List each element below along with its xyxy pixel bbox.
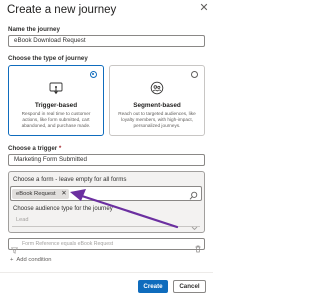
add-condition-button[interactable]: + Add condition bbox=[10, 257, 52, 263]
segment-based-radio[interactable] bbox=[191, 71, 198, 78]
segment-based-description: Reach out to targeted audiences, like lo… bbox=[118, 111, 196, 128]
dismiss-icon[interactable]: ✕ bbox=[60, 189, 68, 199]
journey-type-label: Choose the type of journey bbox=[8, 55, 88, 62]
name-label: Name the journey bbox=[8, 26, 60, 33]
trigger-label-text: Choose a trigger bbox=[8, 145, 58, 152]
dialog-title: Create a new journey bbox=[7, 4, 117, 16]
add-condition-label: Add condition bbox=[16, 257, 52, 263]
trigger-input[interactable]: Marketing Form Submitted bbox=[8, 154, 205, 166]
footer-divider bbox=[0, 272, 213, 273]
segment-based-card[interactable]: Segment-based Reach out to targeted audi… bbox=[109, 65, 205, 136]
audience-dropdown[interactable]: Lead bbox=[12, 215, 200, 227]
delete-icon[interactable] bbox=[194, 240, 202, 258]
touch-icon bbox=[49, 81, 63, 100]
trigger-based-title: Trigger-based bbox=[34, 102, 78, 109]
search-icon[interactable] bbox=[189, 188, 198, 206]
chevron-down-icon bbox=[191, 218, 198, 236]
trigger-label: Choose a trigger * bbox=[8, 145, 61, 152]
trigger-based-radio[interactable] bbox=[90, 71, 97, 78]
segment-based-title: Segment-based bbox=[133, 102, 181, 109]
create-button[interactable]: Create bbox=[138, 280, 168, 293]
close-icon[interactable]: ✕ bbox=[199, 3, 209, 14]
trigger-based-description: Respond in real time to customer actions… bbox=[21, 111, 91, 128]
filter-condition[interactable]: Form Reference equals eBook Request bbox=[8, 238, 205, 250]
journey-name-input[interactable]: eBook Download Request bbox=[8, 35, 205, 47]
cancel-button[interactable]: Cancel bbox=[173, 280, 206, 293]
plus-icon: + bbox=[10, 257, 14, 263]
people-icon bbox=[150, 81, 164, 100]
audience-label: Choose audience type for the journey bbox=[13, 206, 113, 212]
form-picker-label: Choose a form - leave empty for all form… bbox=[13, 176, 127, 183]
trigger-based-card[interactable]: Trigger-based Respond in real time to cu… bbox=[8, 65, 104, 136]
required-mark: * bbox=[58, 145, 62, 152]
